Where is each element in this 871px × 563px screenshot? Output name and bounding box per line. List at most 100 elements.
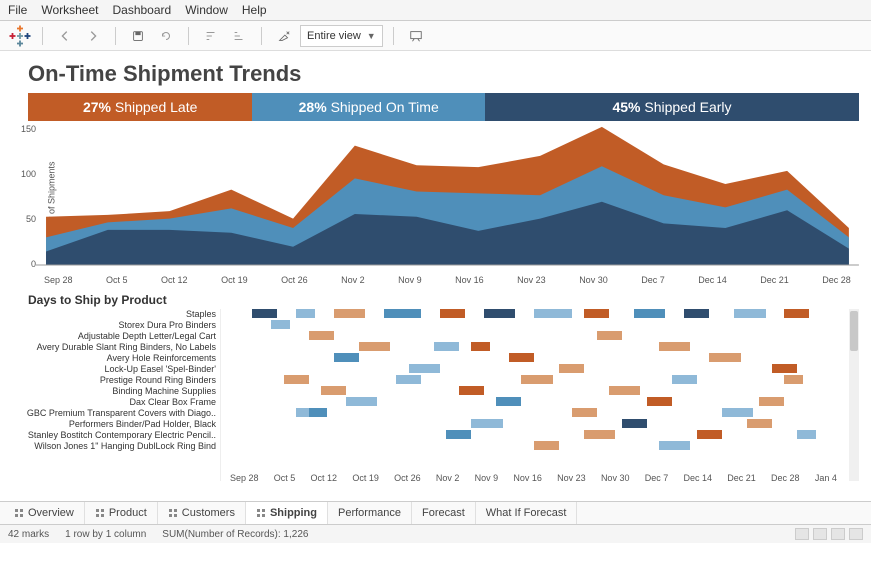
area-chart[interactable]: Number of Shipments 150 100 50 0 Sep 28O… xyxy=(10,125,859,285)
gantt-bar[interactable] xyxy=(784,309,809,318)
view-mini-2[interactable] xyxy=(813,528,827,540)
gantt-bar[interactable] xyxy=(321,386,346,395)
gantt-bar[interactable] xyxy=(659,342,690,351)
gantt-bar[interactable] xyxy=(271,320,290,329)
gantt-bar[interactable] xyxy=(309,331,334,340)
gantt-bar[interactable] xyxy=(440,309,465,318)
tab-product[interactable]: Product xyxy=(85,502,158,524)
menu-file[interactable]: File xyxy=(8,3,27,17)
forward-button[interactable] xyxy=(81,25,105,47)
gantt-bar[interactable] xyxy=(622,419,647,428)
sort-desc-button[interactable] xyxy=(227,25,251,47)
gantt-body[interactable] xyxy=(220,309,859,481)
sort-asc-button[interactable] xyxy=(199,25,223,47)
kpi-ontime[interactable]: 28% Shipped On Time xyxy=(252,93,485,121)
tab-label: Customers xyxy=(182,507,235,519)
caret-down-icon: ▼ xyxy=(367,31,376,41)
gantt-chart[interactable]: StaplesStorex Dura Pro BindersAdjustable… xyxy=(10,309,859,481)
gantt-bar[interactable] xyxy=(634,309,665,318)
gantt-bar[interactable] xyxy=(572,408,597,417)
gantt-bar[interactable] xyxy=(459,386,484,395)
area-chart-svg xyxy=(36,125,859,266)
gantt-bar[interactable] xyxy=(784,375,803,384)
gantt-bar[interactable] xyxy=(346,397,377,406)
kpi-early[interactable]: 45% Shipped Early xyxy=(485,93,859,121)
scrollbar-thumb[interactable] xyxy=(850,311,858,351)
gantt-bar[interactable] xyxy=(659,441,690,450)
gantt-bar[interactable] xyxy=(252,309,277,318)
gantt-bar[interactable] xyxy=(409,364,440,373)
tab-forecast[interactable]: Forecast xyxy=(412,502,476,524)
gantt-bar[interactable] xyxy=(309,408,328,417)
gantt-bar[interactable] xyxy=(521,375,552,384)
gantt-x-ticks: Sep 28Oct 5Oct 12Oct 19Oct 26Nov 2Nov 9N… xyxy=(230,473,837,483)
product-label: GBC Premium Transparent Covers with Diag… xyxy=(10,408,220,419)
gantt-bar[interactable] xyxy=(384,309,422,318)
gantt-bar[interactable] xyxy=(559,364,584,373)
gantt-bar[interactable] xyxy=(446,430,471,439)
dashboard-icon xyxy=(95,508,105,518)
clear-highlight-button[interactable] xyxy=(272,25,296,47)
menu-dashboard[interactable]: Dashboard xyxy=(112,3,171,17)
view-mini-1[interactable] xyxy=(795,528,809,540)
tableau-logo-icon xyxy=(8,24,32,48)
gantt-bar[interactable] xyxy=(747,419,772,428)
view-mini-4[interactable] xyxy=(849,528,863,540)
gantt-bar[interactable] xyxy=(647,397,672,406)
gantt-bar[interactable] xyxy=(584,430,615,439)
menu-bar: File Worksheet Dashboard Window Help xyxy=(0,0,871,21)
back-button[interactable] xyxy=(53,25,77,47)
gantt-bar[interactable] xyxy=(709,353,740,362)
gantt-bar[interactable] xyxy=(359,342,390,351)
gantt-bar[interactable] xyxy=(609,386,640,395)
gantt-bar[interactable] xyxy=(334,353,359,362)
tab-label: Product xyxy=(109,507,147,519)
refresh-button[interactable] xyxy=(154,25,178,47)
gantt-bar[interactable] xyxy=(509,353,534,362)
save-button[interactable] xyxy=(126,25,150,47)
page-title: On-Time Shipment Trends xyxy=(0,51,871,93)
tab-shipping[interactable]: Shipping xyxy=(246,502,328,524)
menu-worksheet[interactable]: Worksheet xyxy=(41,3,98,17)
tab-what-if-forecast[interactable]: What If Forecast xyxy=(476,502,578,524)
tab-customers[interactable]: Customers xyxy=(158,502,246,524)
gantt-row xyxy=(221,320,847,330)
gantt-bar[interactable] xyxy=(759,397,784,406)
gantt-bar[interactable] xyxy=(534,441,559,450)
tab-label: Performance xyxy=(338,507,401,519)
gantt-bar[interactable] xyxy=(284,375,309,384)
gantt-bar[interactable] xyxy=(484,309,515,318)
view-mini-3[interactable] xyxy=(831,528,845,540)
kpi-late[interactable]: 27% Shipped Late xyxy=(28,93,252,121)
menu-help[interactable]: Help xyxy=(242,3,267,17)
gantt-bar[interactable] xyxy=(496,397,521,406)
gantt-bar[interactable] xyxy=(471,342,490,351)
product-label: Storex Dura Pro Binders xyxy=(10,320,220,331)
gantt-bar[interactable] xyxy=(697,430,722,439)
tab-label: Shipping xyxy=(270,507,317,519)
gantt-bar[interactable] xyxy=(334,309,365,318)
gantt-bar[interactable] xyxy=(797,430,816,439)
product-label: Lock-Up Easel 'Spel-Binder' xyxy=(10,364,220,375)
gantt-bar[interactable] xyxy=(296,309,315,318)
gantt-bar[interactable] xyxy=(534,309,572,318)
gantt-bar[interactable] xyxy=(471,419,502,428)
gantt-bar[interactable] xyxy=(772,364,797,373)
scrollbar[interactable] xyxy=(849,309,859,481)
tab-overview[interactable]: Overview xyxy=(4,502,85,524)
gantt-bar[interactable] xyxy=(684,309,709,318)
menu-window[interactable]: Window xyxy=(185,3,228,17)
gantt-bar[interactable] xyxy=(734,309,765,318)
tab-performance[interactable]: Performance xyxy=(328,502,412,524)
toolbar: Entire view ▼ xyxy=(0,21,871,51)
gantt-bar[interactable] xyxy=(722,408,753,417)
kpi-bar: 27% Shipped Late 28% Shipped On Time 45%… xyxy=(28,93,859,121)
gantt-bar[interactable] xyxy=(672,375,697,384)
fit-select[interactable]: Entire view ▼ xyxy=(300,25,383,47)
gantt-bar[interactable] xyxy=(434,342,459,351)
gantt-bar[interactable] xyxy=(584,309,609,318)
gantt-bar[interactable] xyxy=(396,375,421,384)
gantt-bar[interactable] xyxy=(597,331,622,340)
presentation-button[interactable] xyxy=(404,25,428,47)
gantt-row xyxy=(221,342,847,352)
